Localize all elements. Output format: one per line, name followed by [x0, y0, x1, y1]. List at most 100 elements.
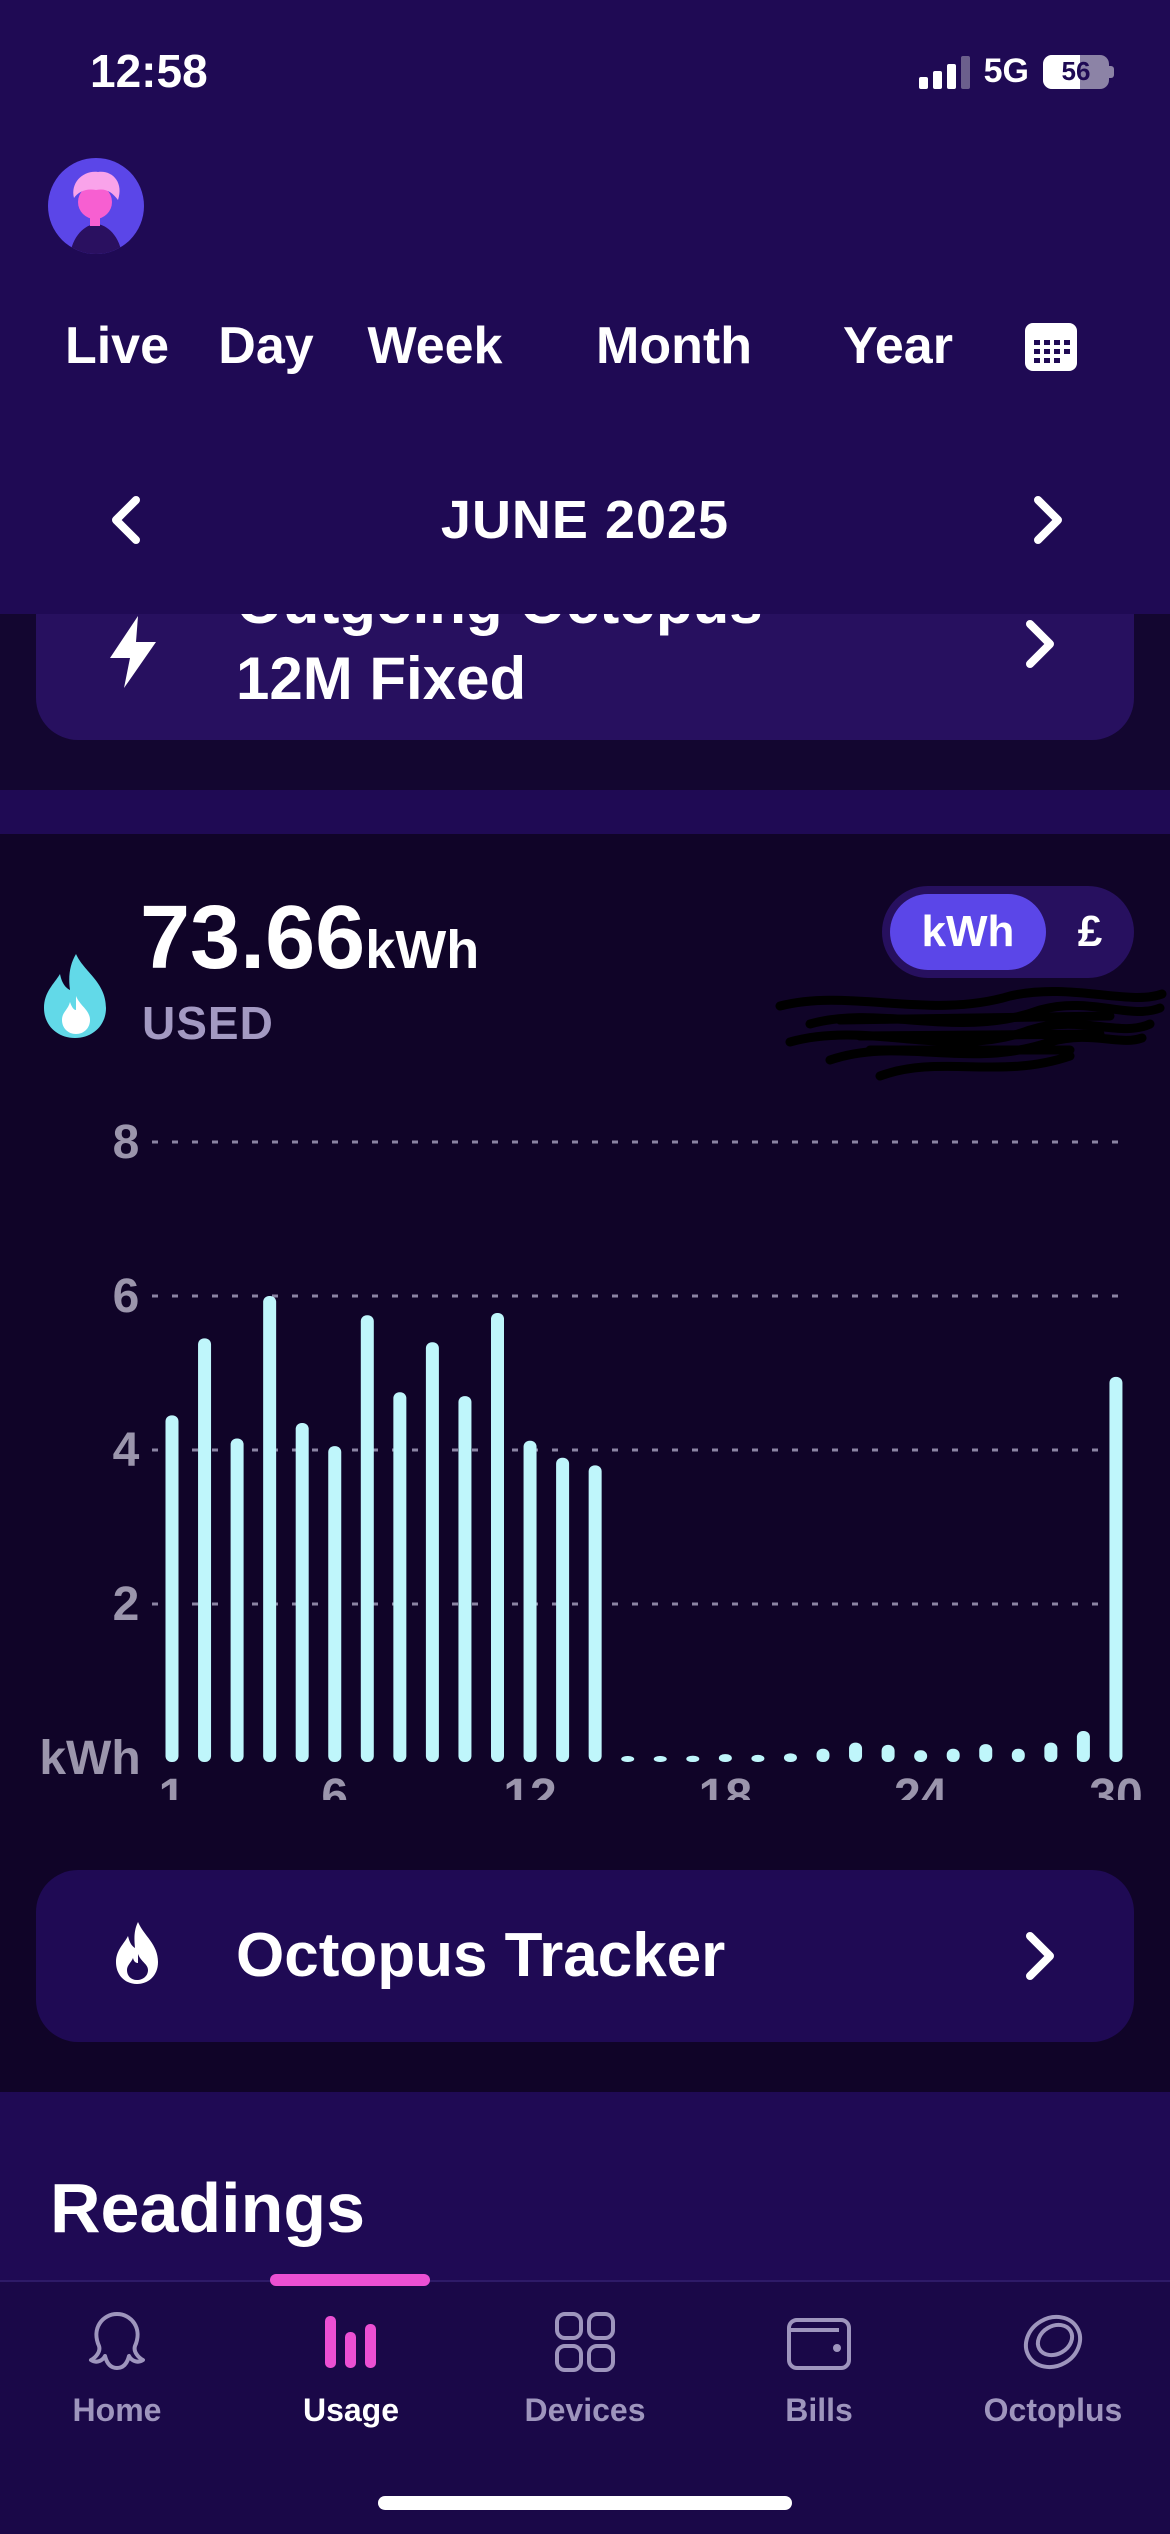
chart-bar[interactable]: [458, 1396, 472, 1762]
chart-bar[interactable]: [523, 1440, 537, 1762]
section-divider: [0, 790, 1170, 834]
bar-chart-icon: [325, 2316, 376, 2368]
chart-bars: [165, 1296, 1123, 1762]
chart-bar[interactable]: [783, 1753, 797, 1762]
usage-chart: 8 6 4 2 kWh 1 6 12 18 24 30: [39, 1116, 1143, 1800]
nav-octoplus-label: Octoplus: [983, 2392, 1123, 2428]
x-tick-label: 1: [159, 1770, 186, 1800]
tracker-label: Octopus Tracker: [236, 1921, 726, 1990]
nav-home-label: Home: [72, 2392, 162, 2428]
chart-bar[interactable]: [1076, 1731, 1090, 1762]
chart-bar[interactable]: [263, 1296, 277, 1762]
usage-total: 73.66kWh: [140, 888, 479, 1000]
y-tick-label: 8: [113, 1116, 140, 1169]
chart-bar[interactable]: [556, 1457, 570, 1762]
devices-grid-icon: [555, 2312, 615, 2372]
redaction-scribble: [775, 986, 1167, 1081]
unit-toggle: kWh £: [882, 886, 1134, 978]
avatar-icon: [70, 171, 122, 254]
chart-bar[interactable]: [1109, 1376, 1123, 1762]
chart-bar[interactable]: [686, 1755, 700, 1762]
chart-bar[interactable]: [979, 1744, 993, 1762]
chart-bar[interactable]: [621, 1756, 635, 1762]
chart-bar[interactable]: [718, 1754, 732, 1762]
chart-bar[interactable]: [393, 1392, 407, 1762]
x-tick-label: 18: [699, 1770, 752, 1800]
chart-bar[interactable]: [230, 1438, 244, 1762]
x-tick-label: 24: [894, 1770, 948, 1800]
battery-percent: 56: [1061, 56, 1091, 86]
nav-active-indicator: [270, 2274, 430, 2286]
chart-bar[interactable]: [198, 1338, 212, 1762]
octoplus-coin-icon: [1023, 2314, 1083, 2370]
chart-x-ticks: 1 6 12 18 24 30: [159, 1770, 1143, 1800]
flame-icon: [44, 954, 106, 1038]
x-tick-label: 12: [503, 1770, 556, 1800]
tariff-name-line2: 12M Fixed: [236, 645, 527, 712]
nav-octoplus[interactable]: Octoplus: [936, 2306, 1170, 2429]
chart-bar[interactable]: [425, 1342, 439, 1762]
chevron-right-icon[interactable]: [1018, 492, 1074, 548]
tab-live[interactable]: Live: [52, 284, 182, 408]
tracker-card[interactable]: Octopus Tracker: [36, 1870, 1134, 2042]
chart-bar[interactable]: [816, 1748, 830, 1762]
status-time: 12:58: [90, 45, 208, 97]
tab-year[interactable]: Year: [828, 284, 968, 408]
status-indicators: 5G 56: [918, 52, 1114, 91]
chart-bar[interactable]: [881, 1744, 895, 1762]
nav-devices-label: Devices: [524, 2392, 646, 2428]
nav-usage[interactable]: Usage: [234, 2306, 468, 2429]
toggle-gbp-option[interactable]: £: [1052, 894, 1128, 970]
bolt-icon: [110, 616, 156, 688]
chart-bar[interactable]: [1044, 1742, 1058, 1762]
flame-icon: [116, 1922, 158, 1984]
x-tick-label: 30: [1089, 1770, 1142, 1800]
network-label: 5G: [983, 52, 1029, 90]
octopus-head-icon: [89, 2312, 145, 2370]
battery-nub: [1109, 65, 1114, 78]
signal-icon: [918, 55, 970, 89]
tab-day[interactable]: Day: [202, 284, 330, 408]
bottom-nav: Home Usage Devices Bills Octoplus: [0, 2274, 1170, 2534]
nav-usage-label: Usage: [302, 2392, 400, 2428]
wallet-icon: [787, 2318, 851, 2370]
chevron-right-icon: [1026, 1932, 1054, 1980]
chart-bar[interactable]: [165, 1415, 179, 1762]
nav-bills-label: Bills: [785, 2392, 853, 2428]
month-label: JUNE 2025: [440, 490, 730, 550]
nav-home[interactable]: Home: [0, 2306, 234, 2429]
chart-bar[interactable]: [946, 1748, 960, 1762]
chart-bar[interactable]: [360, 1315, 374, 1762]
usage-total-value: 73.66: [140, 888, 366, 988]
tab-month[interactable]: Month: [542, 284, 806, 408]
y-tick-label: 4: [113, 1424, 140, 1477]
chart-bar[interactable]: [588, 1465, 602, 1762]
chart-bar[interactable]: [653, 1756, 667, 1762]
chart-bar[interactable]: [914, 1750, 928, 1762]
usage-total-unit: kWh: [365, 920, 480, 980]
home-indicator: [378, 2496, 792, 2510]
nav-bills[interactable]: Bills: [702, 2306, 936, 2429]
toggle-kwh-option[interactable]: kWh: [890, 894, 1046, 970]
chart-bar[interactable]: [849, 1742, 863, 1762]
chevron-right-icon: [1026, 620, 1054, 668]
usage-label: USED: [142, 997, 274, 1049]
chart-bar[interactable]: [295, 1423, 309, 1762]
readings-title: Readings: [50, 2169, 366, 2247]
calendar-icon[interactable]: [1024, 322, 1078, 372]
period-tabs: Live Day Week Month Year: [0, 284, 1170, 408]
y-tick-label: 6: [113, 1270, 140, 1323]
chart-y-ticks: 8 6 4 2 kWh: [39, 1116, 140, 1785]
chart-bar[interactable]: [751, 1754, 765, 1762]
nav-devices[interactable]: Devices: [468, 2306, 702, 2429]
chart-bar[interactable]: [491, 1312, 504, 1762]
chart-bar[interactable]: [328, 1446, 342, 1762]
battery-icon: 56: [1043, 54, 1109, 89]
avatar[interactable]: [48, 158, 144, 254]
y-tick-label: 2: [113, 1578, 140, 1631]
tab-week[interactable]: Week: [350, 284, 520, 408]
x-tick-label: 6: [321, 1770, 348, 1800]
month-navigator: JUNE 2025: [0, 480, 1170, 560]
chart-bar[interactable]: [1011, 1748, 1025, 1762]
y-axis-unit-label: kWh: [39, 1732, 140, 1785]
